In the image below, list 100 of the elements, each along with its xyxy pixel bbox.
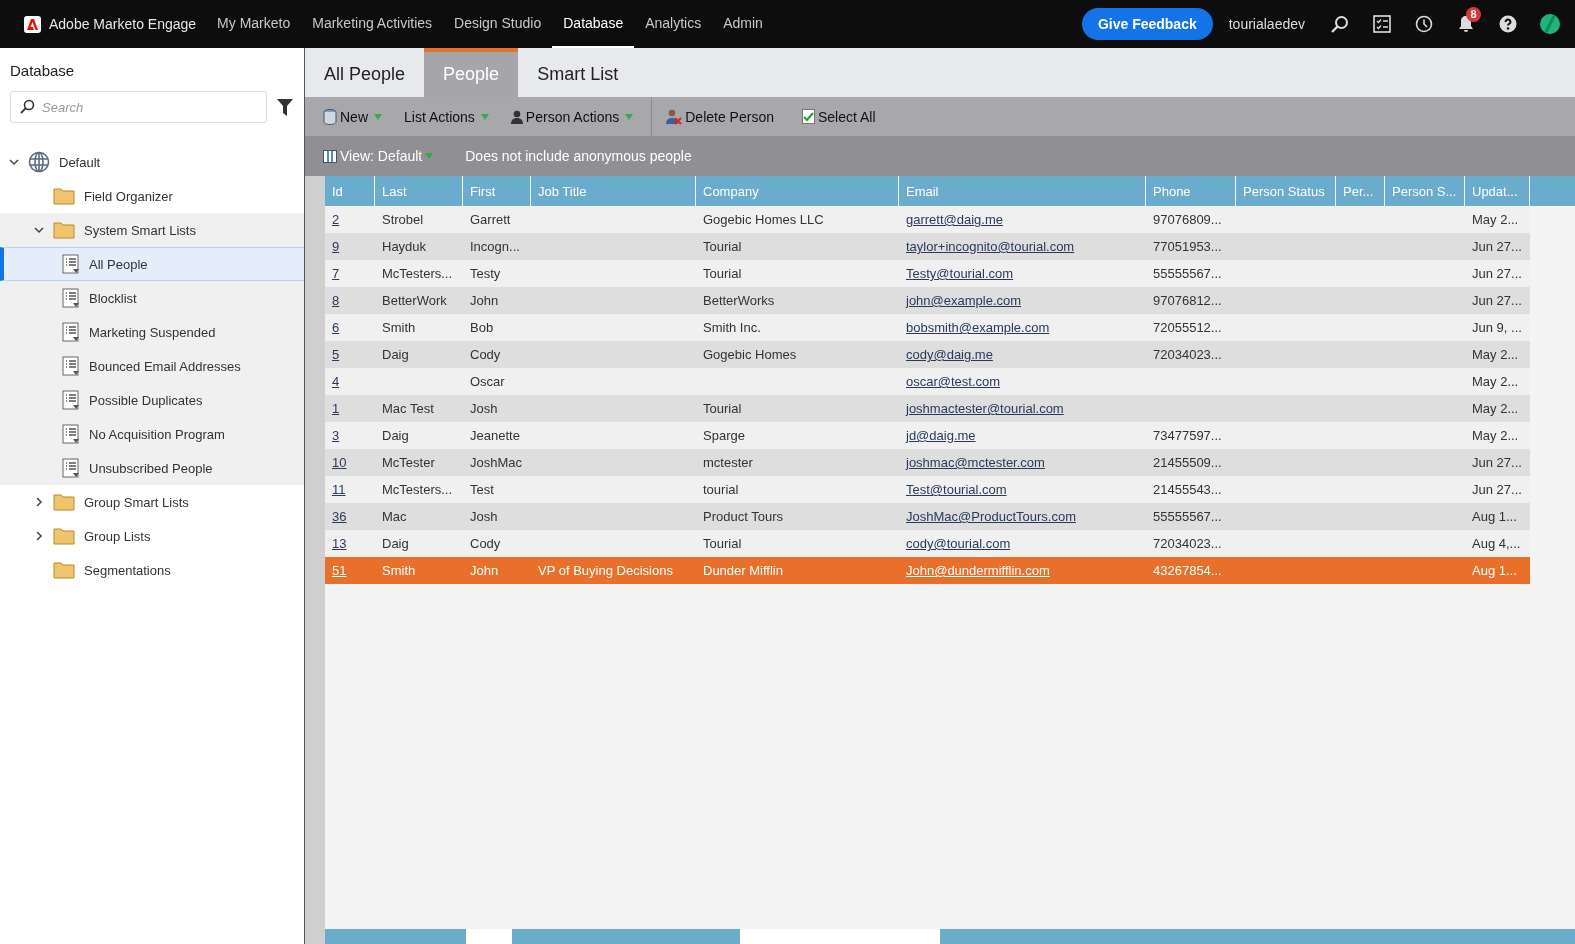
id-link[interactable]: 1 — [332, 401, 340, 416]
caret-icon — [480, 113, 489, 120]
table-row[interactable]: 13 Daig Cody Tourial cody@tourial.com 72034023... Aug 4,... — [325, 530, 1530, 557]
search-icon[interactable] — [1331, 15, 1349, 33]
table-cell: Josh — [470, 401, 498, 416]
id-link[interactable]: 6 — [332, 320, 340, 335]
tree-item[interactable]: Bounced Email Addresses — [0, 349, 304, 383]
table-cell: 97076812... — [1153, 293, 1222, 308]
tree-item[interactable]: Segmentations — [0, 553, 304, 587]
email-link[interactable]: oscar@test.com — [906, 374, 1001, 389]
tree-item[interactable]: Field Organizer — [0, 179, 304, 213]
chevron-icon[interactable] — [9, 157, 19, 167]
clock-icon[interactable] — [1415, 15, 1433, 33]
nav-item[interactable]: Marketing Activities — [301, 0, 444, 48]
username[interactable]: tourialaedev — [1228, 16, 1305, 32]
table-cell: 43267854... — [1153, 563, 1222, 578]
id-link[interactable]: 3 — [332, 428, 340, 443]
folder-icon — [53, 527, 75, 545]
tree-item[interactable]: Marketing Suspended — [0, 315, 304, 349]
sidebar-title: Database — [9, 61, 76, 81]
nav-item[interactable]: Design Studio — [443, 0, 553, 48]
tree-item[interactable]: All People — [0, 247, 304, 281]
tree-item[interactable]: Group Smart Lists — [0, 485, 304, 519]
id-link[interactable]: 2 — [332, 212, 340, 227]
email-link[interactable]: joshmactester@tourial.com — [906, 401, 1064, 416]
toolbar-button[interactable]: List Actions — [400, 97, 507, 136]
table-row[interactable]: 2 Strobel Garrett Gogebic Homes LLC garrett@daig.me 97076809... May 2... — [325, 206, 1530, 233]
table-row[interactable]: 8 BetterWork John BetterWorks john@example.com 97076812... Jun 27... — [325, 287, 1530, 314]
table-row[interactable]: 3 Daig Jeanette Sparge jd@daig.me 73477597... May 2... — [325, 422, 1530, 449]
avatar-icon[interactable] — [1540, 14, 1560, 34]
table-row[interactable]: 5 Daig Cody Gogebic Homes cody@daig.me 72034023... May 2... — [325, 341, 1530, 368]
email-link[interactable]: john@example.com — [906, 293, 1022, 308]
tree-item[interactable]: No Acquisition Program — [0, 417, 304, 451]
help-icon[interactable] — [1499, 15, 1517, 33]
delete-person-icon — [666, 108, 683, 125]
email-link[interactable]: garrett@daig.me — [906, 212, 1004, 227]
table-row[interactable]: 11 McTesters... Test tourial Test@tourial.com 21455543... Jun 27... — [325, 476, 1530, 503]
chevron-icon[interactable] — [34, 225, 44, 235]
filter-icon[interactable] — [277, 98, 293, 116]
table-cell: Smith — [382, 563, 416, 578]
tree-item[interactable]: Default — [0, 145, 304, 179]
tree-item[interactable]: Possible Duplicates — [0, 383, 304, 417]
id-link[interactable]: 7 — [332, 266, 340, 281]
id-link[interactable]: 5 — [332, 347, 340, 362]
email-link[interactable]: cody@daig.me — [906, 347, 993, 362]
email-link[interactable]: JoshMac@ProductTours.com — [906, 509, 1076, 524]
table-row[interactable]: 36 Mac Josh Product Tours JoshMac@ProductTours.com 55555567... Aug 1... — [325, 503, 1530, 530]
nav-item[interactable]: Analytics — [634, 0, 713, 48]
table-cell: 55555567... — [1153, 266, 1222, 281]
table-row[interactable]: 9 Hayduk Incogn... Tourial taylor+incognito@tourial.com 77051953... Jun 27... — [325, 233, 1530, 260]
tree-item[interactable]: Unsubscribed People — [0, 451, 304, 485]
smart-list-icon — [62, 424, 80, 444]
tab[interactable]: Smart List — [518, 48, 638, 97]
table-cell: John — [470, 293, 499, 308]
tree-item[interactable]: System Smart Lists — [0, 213, 304, 247]
table-row[interactable]: 4 Oscar oscar@test.com May 2... — [325, 368, 1530, 395]
person-icon — [510, 109, 523, 124]
table-cell: Jun 27... — [1472, 293, 1522, 308]
table-row[interactable]: 1 Mac Test Josh Tourial joshmactester@tourial.com May 2... — [325, 395, 1530, 422]
table-cell: Jun 27... — [1472, 266, 1522, 281]
id-link[interactable]: 9 — [332, 239, 340, 254]
smart-list-icon — [62, 288, 80, 308]
id-link[interactable]: 10 — [332, 455, 347, 470]
id-link[interactable]: 8 — [332, 293, 340, 308]
toolbar-button[interactable]: Select All — [797, 97, 900, 136]
give-feedback-button[interactable]: Give Feedback — [1081, 8, 1213, 40]
email-link[interactable]: jd@daig.me — [906, 428, 976, 443]
email-link[interactable]: Test@tourial.com — [906, 482, 1007, 497]
tree-item[interactable]: Group Lists — [0, 519, 304, 553]
id-link[interactable]: 11 — [332, 482, 346, 497]
chevron-icon[interactable] — [34, 531, 44, 541]
toolbar-button[interactable]: Delete Person — [662, 97, 798, 136]
tab[interactable]: All People — [305, 48, 425, 97]
table-cell: Garrett — [470, 212, 511, 227]
chevron-icon[interactable] — [34, 497, 44, 507]
email-link[interactable]: Testy@tourial.com — [906, 266, 1014, 281]
table-row[interactable]: 10 McTester JoshMac mctester joshmac@mctester.com 21455509... Jun 27... — [325, 449, 1530, 476]
table-cell: Tourial — [703, 266, 742, 281]
email-link[interactable]: cody@tourial.com — [906, 536, 1011, 551]
search-field[interactable]: Search — [10, 91, 267, 123]
email-link[interactable]: joshmac@mctester.com — [906, 455, 1045, 470]
table-cell: Dunder Mifflin — [703, 563, 783, 578]
table-cell: Daig — [382, 347, 409, 362]
caret-icon — [625, 113, 634, 120]
id-link[interactable]: 13 — [332, 536, 347, 551]
toolbar-button[interactable]: New — [319, 97, 400, 136]
folder-icon — [53, 187, 75, 205]
table-row[interactable]: 6 Smith Bob Smith Inc. bobsmith@example.com 72055512... Jun 9, ... — [325, 314, 1530, 341]
tree-item[interactable]: Blocklist — [0, 281, 304, 315]
email-link[interactable]: bobsmith@example.com — [906, 320, 1050, 335]
nav-item[interactable]: Admin — [712, 0, 774, 48]
id-link[interactable]: 4 — [332, 374, 340, 389]
toolbar-button[interactable]: Person Actions — [506, 97, 652, 136]
table-cell: 72055512... — [1153, 320, 1222, 335]
table-row[interactable]: 7 McTesters... Testy Tourial Testy@tourial.com 55555567... Jun 27... — [325, 260, 1530, 287]
id-link[interactable]: 36 — [332, 509, 347, 524]
nav-item[interactable]: My Marketo — [206, 0, 302, 48]
table-cell: 77051953... — [1153, 239, 1222, 254]
email-link[interactable]: taylor+incognito@tourial.com — [906, 239, 1075, 254]
checklist-icon[interactable] — [1373, 15, 1391, 33]
